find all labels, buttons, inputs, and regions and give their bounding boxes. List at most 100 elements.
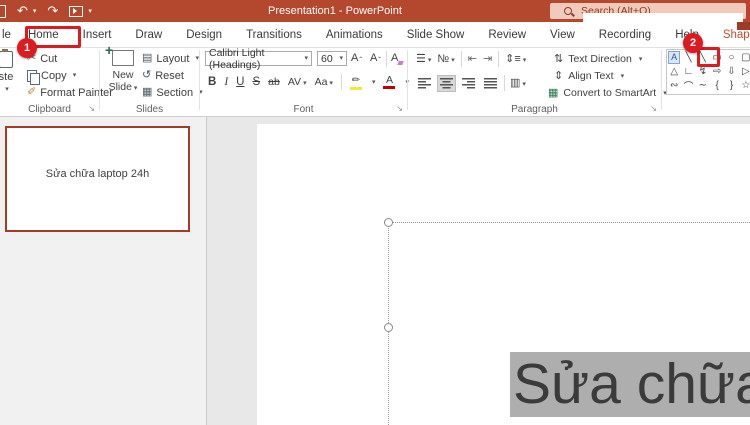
align-left-button[interactable] [416,76,433,91]
shape-callout[interactable]: ▷ [742,66,750,77]
new-slide-dropdown-icon: ▾ [133,85,138,92]
paste-button[interactable]: ste ▾ [0,49,18,93]
paste-label-partial: ste [0,71,14,83]
numbering-icon: № [437,53,450,65]
shape-text-box[interactable]: A [668,50,681,64]
text-direction-label: Text Direction [568,53,632,65]
font-name-dropdown-icon: ▾ [304,55,308,62]
tab-transitions[interactable]: Transitions [234,23,314,47]
line-spacing-icon: ⇕≡ [505,53,521,65]
font-name-value: Calibri Light (Headings) [209,46,265,71]
font-group-label: Font [293,104,314,115]
shrink-font-button[interactable]: Aˇ [370,51,381,66]
change-case-dropdown-icon: ▾ [329,80,333,87]
change-case-button[interactable]: Aa ▾ [315,76,333,88]
shape-right-brace[interactable]: } [730,80,733,91]
smartart-icon: ▦ [548,86,559,99]
tab-design[interactable]: Design [174,23,234,47]
columns-button[interactable]: ▥ ▾ [510,77,526,89]
tab-file-partial[interactable]: le [0,23,16,47]
reset-icon: ↺ [142,69,152,81]
character-spacing-button[interactable]: AV ▾ [288,76,307,88]
font-color-bar [383,86,396,89]
tab-slide-show[interactable]: Slide Show [395,23,477,47]
text-direction-button[interactable]: ⇅ Text Direction ▾ [554,52,642,66]
slide-thumbnail[interactable]: Sửa chữa laptop 24h [5,126,190,232]
align-center-button[interactable] [437,74,456,92]
font-dialog-launcher-icon[interactable]: ↘ [396,105,403,113]
search-icon [564,7,572,15]
new-slide-button[interactable]: New Slide▾ [105,44,140,93]
shape-curve[interactable]: ∼ [699,80,707,91]
copy-label: Copy [41,69,67,82]
clipboard-dialog-launcher-icon[interactable]: ↘ [88,105,95,113]
undo-icon[interactable]: ↶ [17,0,28,22]
grow-font-button[interactable]: Aˆ [351,51,362,66]
shape-arrow-right[interactable]: ⇨ [713,66,721,77]
shape-triangle[interactable]: △ [670,66,678,77]
convert-to-smartart-button[interactable]: ▦ Convert to SmartArt ▾ [548,86,667,100]
bullets-button[interactable]: ☰ ▾ [416,53,431,65]
selection-handle-middle-left[interactable] [384,323,393,332]
selection-handle-top-left[interactable] [384,218,393,227]
italic-button[interactable]: I [224,76,228,88]
layout-icon: ▤ [142,52,153,64]
increase-indent-icon[interactable]: ⇥ [483,53,492,65]
shape-scribble[interactable]: ∾ [670,80,678,91]
align-text-button[interactable]: ⇕ Align Text ▾ [554,69,624,83]
layout-button[interactable]: ▤ Layout ▾ [142,51,199,66]
smartart-label: Convert to SmartArt [563,87,657,99]
justify-button[interactable] [482,76,499,91]
copy-icon [27,69,40,85]
bold-button[interactable]: B [208,76,216,88]
shape-arrow-down[interactable]: ⇩ [727,66,735,77]
shape-arc[interactable]: ⌒ [683,78,693,93]
slide-thumbnail-panel: Sửa chữa laptop 24h [0,117,206,425]
thumbnail-title-text: Sửa chữa laptop 24h [45,168,150,180]
save-icon[interactable] [0,4,6,18]
selected-title-text[interactable]: Sửa chữa [510,352,750,417]
slideshow-icon[interactable] [69,5,84,17]
caret-up-icon: ˆ [359,56,363,65]
reset-button[interactable]: ↺ Reset [142,68,184,83]
shape-rounded-rectangle[interactable]: ▢ [741,52,750,63]
tab-draw[interactable]: Draw [123,23,174,47]
clear-formatting-icon: A [391,52,399,64]
decrease-indent-icon[interactable]: ⇤ [468,53,477,65]
align-text-icon: ⇕ [554,69,564,82]
strikethrough-ab-button[interactable]: ab [268,76,280,88]
strikethrough-button[interactable]: S [252,76,260,88]
redo-icon[interactable]: ↷ [47,0,58,22]
undo-dropdown-icon[interactable]: ▾ [33,7,37,15]
window-title: Presentation1 - PowerPoint [268,5,402,17]
shape-oval[interactable]: ○ [728,52,734,63]
tab-view[interactable]: View [538,23,587,47]
align-right-icon [462,77,475,88]
customize-toolbar-icon[interactable]: ▾ [88,7,92,15]
underline-button[interactable]: U [236,76,244,88]
panel-divider[interactable] [206,117,207,425]
shape-left-brace[interactable]: { [715,80,718,91]
highlight-button[interactable]: ✏ [349,75,362,90]
copy-button[interactable]: Copy ▾ [27,68,76,85]
highlight-dropdown-icon[interactable]: ▾ [372,79,376,86]
align-text-label: Align Text [568,70,614,82]
line-spacing-button[interactable]: ⇕≡ ▾ [505,53,526,65]
slide-canvas[interactable]: Sửa chữa [257,124,750,425]
columns-icon: ▥ [510,77,521,89]
tab-review[interactable]: Review [476,23,538,47]
font-color-button[interactable]: A [383,75,396,89]
shape-star[interactable]: ☆ [741,80,750,91]
shape-elbow-connector[interactable]: ∟ [684,66,694,77]
tab-animations[interactable]: Animations [314,23,395,47]
font-name-combo[interactable]: Calibri Light (Headings) ▾ [205,47,312,71]
align-right-button[interactable] [460,76,477,91]
shape-elbow-arrow[interactable]: ↯ [699,66,707,77]
numbering-button[interactable]: № ▾ [437,53,454,65]
align-center-icon [440,77,453,88]
section-button[interactable]: ▦ Section ▾ [142,85,203,100]
shape-line[interactable]: ╲ [685,52,691,63]
font-size-combo[interactable]: 60 ▾ [317,51,347,66]
clear-formatting-button[interactable]: A [391,51,398,66]
paragraph-dialog-launcher-icon[interactable]: ↘ [650,105,657,113]
